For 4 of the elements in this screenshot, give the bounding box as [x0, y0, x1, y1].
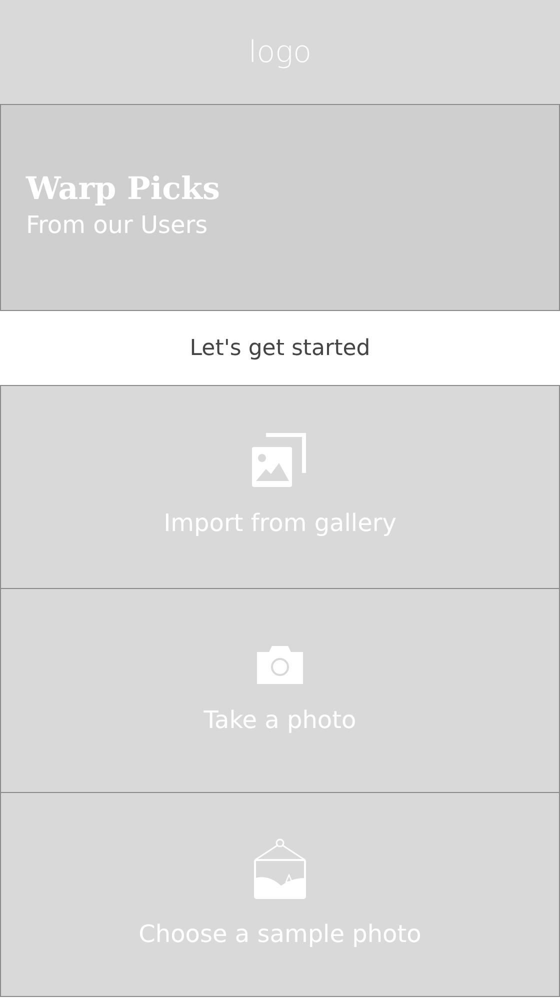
images-icon — [252, 433, 308, 489]
intro-text: Let's get started — [190, 334, 370, 362]
framed-landscape-icon — [253, 838, 307, 900]
camera-icon — [255, 644, 305, 686]
